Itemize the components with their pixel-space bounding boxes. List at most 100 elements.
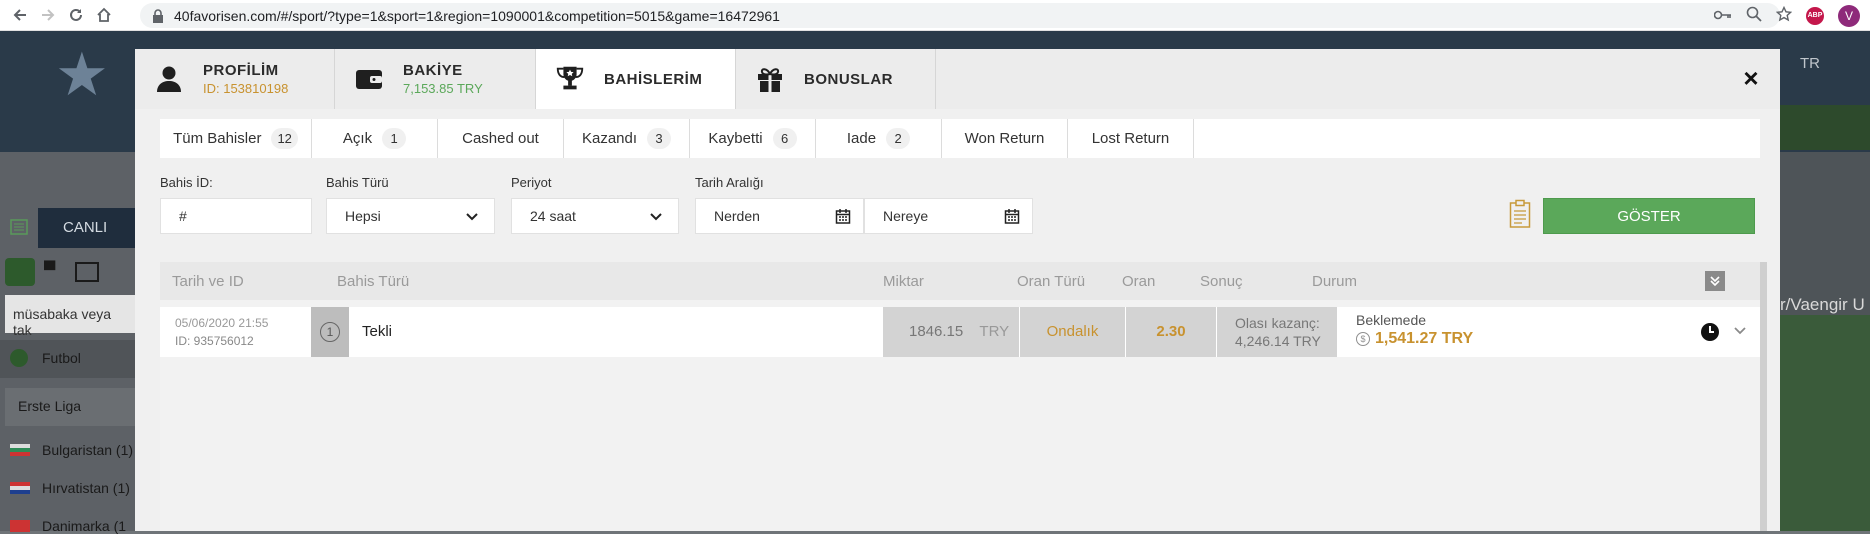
country-label: Bulgaristan (1)	[42, 442, 134, 458]
scrollbar[interactable]	[1760, 262, 1767, 531]
filter-tab-label: Lost Return	[1091, 130, 1170, 147]
filter-tab-label: Tüm Bahisler	[173, 130, 262, 147]
bookmark-star-icon[interactable]	[1775, 5, 1793, 25]
chevron-down-icon	[648, 208, 664, 224]
modal-tab-bar: PROFİLİM ID: 153810198 BAKİYE 7,153.85 T…	[135, 49, 1780, 109]
close-button[interactable]: ×	[1736, 63, 1766, 93]
trophy-icon	[554, 63, 586, 95]
sidebar-menu-icon	[10, 218, 28, 236]
bet-id-label: Bahis İD:	[160, 175, 213, 190]
filter-tab-label: Kaybetti	[708, 130, 763, 147]
sport-label: Futbol	[42, 350, 81, 366]
status-cell: Beklemede $ 1,541.27 TRY	[1338, 307, 1760, 357]
tab-my-bets-title: BAHİSLERİM	[604, 70, 703, 88]
date-to-input[interactable]: Nereye	[864, 198, 1033, 234]
filter-tab-won-return[interactable]: Won Return	[942, 119, 1068, 158]
tab-balance-title: BAKİYE	[403, 62, 463, 79]
tab-balance[interactable]: BAKİYE 7,153.85 TRY	[335, 49, 536, 109]
back-icon[interactable]	[6, 1, 34, 29]
table-row[interactable]: 05/06/2020 21:55 ID: 935756012 1 Tekli 1…	[160, 307, 1760, 357]
address-bar[interactable]: 40favorisen.com/#/sport/?type=1&sport=1&…	[140, 3, 1780, 28]
url-text: 40favorisen.com/#/sport/?type=1&sport=1&…	[174, 7, 780, 24]
filter-tab-cashed-out[interactable]: Cashed out	[438, 119, 564, 158]
tab-balance-amount: 7,153.85 TRY	[403, 81, 483, 96]
table-view-icon	[75, 262, 99, 282]
bet-type-value: Hepsi	[345, 208, 381, 224]
my-bets-modal: PROFİLİM ID: 153810198 BAKİYE 7,153.85 T…	[135, 49, 1780, 531]
clipboard-icon[interactable]	[1509, 199, 1531, 229]
bet-number-cell: 1	[311, 307, 349, 357]
date-to-value: Nereye	[883, 208, 929, 224]
calendar-icon	[835, 208, 851, 224]
filter-tab-label: Kazandı	[581, 130, 638, 147]
reload-icon[interactable]	[62, 1, 90, 29]
site-logo-star-icon: ★	[55, 41, 109, 108]
site-pitch	[1780, 315, 1870, 531]
bet-amount-cell: 1846.15 TRY	[883, 307, 1019, 357]
site-language: TR	[1800, 55, 1820, 72]
filter-tab-lost[interactable]: Kaybetti 6	[690, 119, 816, 158]
filter-count-badge: 12	[271, 128, 298, 149]
filter-tab-lost-return[interactable]: Lost Return	[1068, 119, 1194, 158]
country-label: Danimarka (1	[42, 518, 127, 534]
browser-toolbar: 40favorisen.com/#/sport/?type=1&sport=1&…	[0, 0, 1870, 31]
col-status: Durum	[1312, 273, 1358, 290]
col-date-id: Tarih ve ID	[172, 273, 244, 290]
col-amount: Miktar	[883, 273, 924, 290]
date-from-input[interactable]: Nerden	[695, 198, 864, 234]
gift-icon	[754, 63, 786, 95]
odds-type-cell: Ondalık	[1020, 307, 1125, 357]
wallet-icon	[353, 63, 385, 95]
date-from-value: Nerden	[714, 208, 760, 224]
coin-icon: $	[1356, 332, 1370, 346]
col-bet-type: Bahis Türü	[337, 273, 410, 290]
period-label: Periyot	[511, 175, 552, 190]
bet-id-input[interactable]: #	[160, 198, 312, 234]
bets-table: Tarih ve ID Bahis Türü Miktar Oran Türü …	[160, 262, 1760, 531]
bet-type-cell: Tekli	[362, 323, 393, 340]
bet-type-select[interactable]: Hepsi	[326, 198, 495, 234]
bet-date-cell: 05/06/2020 21:55 ID: 935756012	[160, 307, 308, 357]
bet-amount: 1846.15	[909, 323, 964, 340]
live-tab: CANLI	[38, 208, 135, 248]
show-button[interactable]: GÖSTER	[1543, 198, 1755, 234]
key-icon[interactable]	[1713, 8, 1732, 24]
filter-tab-all[interactable]: Tüm Bahisler 12	[160, 119, 312, 158]
profile-avatar[interactable]: V	[1838, 4, 1860, 27]
filter-tab-refund[interactable]: Iade 2	[816, 119, 942, 158]
tab-bonuses-title: BONUSLAR	[804, 70, 893, 88]
period-value: 24 saat	[530, 208, 576, 224]
filter-tab-open[interactable]: Açık 1	[312, 119, 438, 158]
expand-all-icon[interactable]	[1705, 271, 1725, 291]
result-cell: Olası kazanç: 4,246.14 TRY	[1217, 307, 1337, 357]
chevron-down-icon[interactable]	[1733, 324, 1747, 338]
calendar-icon	[1004, 208, 1020, 224]
period-select[interactable]: 24 saat	[511, 198, 679, 234]
league-label: Erste Liga	[18, 398, 82, 414]
site-match-text: r/Vaengir U	[1780, 295, 1865, 314]
adblock-icon[interactable]: ABP	[1806, 6, 1824, 25]
user-icon	[153, 63, 185, 95]
home-icon[interactable]	[90, 1, 118, 29]
site-search: müsabaka veya tak	[5, 295, 135, 338]
date-range-label: Tarih Aralığı	[695, 175, 764, 190]
bet-currency: TRY	[979, 323, 1010, 340]
chevron-down-icon	[464, 208, 480, 224]
tab-profile[interactable]: PROFİLİM ID: 153810198	[135, 49, 335, 109]
filter-count-badge: 3	[647, 128, 672, 149]
bet-date: 05/06/2020 21:55	[175, 316, 269, 330]
filter-count-badge: 6	[772, 128, 797, 149]
tab-bonuses[interactable]: BONUSLAR	[736, 49, 936, 109]
zoom-icon[interactable]	[1746, 6, 1762, 25]
forward-icon[interactable]	[34, 1, 62, 29]
site-banner	[1780, 105, 1870, 150]
country-label: Hırvatistan (1)	[42, 480, 130, 496]
filter-tab-label: Iade	[846, 130, 877, 147]
tab-my-bets[interactable]: BAHİSLERİM	[536, 49, 736, 109]
filter-tab-label: Cashed out	[462, 130, 539, 147]
cashout-value: 1,541.27 TRY	[1375, 330, 1474, 347]
filter-tab-won[interactable]: Kazandı 3	[564, 119, 690, 158]
bet-type-label: Bahis Türü	[326, 175, 389, 190]
potential-win-value: 4,246.14 TRY	[1235, 333, 1321, 349]
live-video-icon	[5, 258, 35, 286]
